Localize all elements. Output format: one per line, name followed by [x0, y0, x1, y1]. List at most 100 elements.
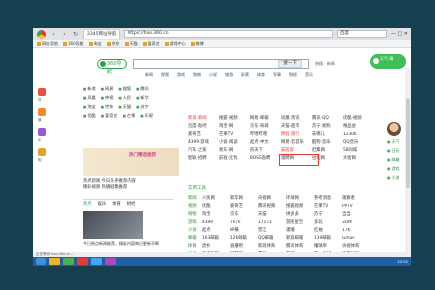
category-link[interactable]: 163邮箱 — [202, 235, 230, 241]
category-link[interactable]: 4399 — [202, 220, 230, 225]
link-item[interactable]: 苏宁 — [136, 104, 148, 110]
bookmark-item[interactable]: 天猫 — [124, 41, 138, 47]
grid-link[interactable]: 凤凰·资讯 — [281, 115, 312, 121]
category-link[interactable]: 腾讯体育 — [286, 243, 314, 249]
right-panel-item[interactable]: 天气 — [387, 139, 407, 148]
category-label[interactable]: 体育 — [188, 243, 202, 249]
browser-taskbar-icon[interactable] — [63, 258, 74, 265]
grid-link[interactable]: 苏宁·易购 — [312, 123, 343, 129]
bookmark-item[interactable]: 淘宝 — [88, 41, 102, 47]
grid-link[interactable]: 哔哩哔哩 — [250, 131, 281, 137]
grid-link[interactable]: 淘宝·网 — [219, 123, 250, 129]
browser-tab[interactable]: 2345网址导航 — [83, 29, 121, 39]
link-item[interactable]: 央视 — [101, 95, 113, 101]
grid-link[interactable]: 赶集网 — [312, 147, 343, 153]
link-item[interactable]: 新浪 — [83, 86, 95, 92]
link-item[interactable]: 凤凰 — [83, 95, 95, 101]
category-link[interactable]: 懂球帝 — [314, 243, 342, 249]
hot-nav-item[interactable]: 财经 — [289, 72, 297, 78]
link-item[interactable]: 新华 — [136, 95, 148, 101]
promo-line[interactable]: 精彩视频 热播剧集推荐 — [83, 184, 179, 190]
category-label[interactable]: 游戏 — [188, 219, 202, 225]
link-item[interactable]: 网易 — [101, 86, 113, 92]
bookmark-item[interactable]: 360导航 — [63, 41, 84, 47]
news-tab[interactable]: 娱乐 — [98, 201, 107, 207]
link-item[interactable]: 爱奇艺 — [101, 113, 118, 119]
category-link[interactable]: 7k7k — [230, 220, 258, 225]
category-link[interactable]: 新浪体育 — [258, 243, 286, 249]
category-link[interactable]: 天猫 — [258, 211, 286, 217]
grid-link[interactable]: 天猫·超市 — [281, 123, 312, 129]
news-caption[interactable]: 今日热点新闻推荐，精彩内容每日更新不断 — [83, 241, 173, 246]
window-controls[interactable]: — □ ✕ — [391, 31, 408, 37]
bookmark-item[interactable]: 游戏中心 — [164, 41, 186, 47]
grid-link[interactable]: 起点·中文 — [250, 139, 281, 145]
category-link[interactable]: 京东 — [230, 211, 258, 217]
bookmark-item[interactable]: 微博 — [190, 41, 204, 47]
category-link[interactable]: 观察者 — [342, 195, 370, 201]
category-label[interactable]: 新闻 — [188, 195, 202, 201]
start-button[interactable] — [36, 258, 46, 265]
grid-link[interactable]: 汽车·之家 — [188, 147, 219, 153]
search-button[interactable]: 搜一下 — [278, 60, 302, 68]
grid-link[interactable]: 安居客 — [281, 147, 312, 153]
link-item[interactable]: 芒果 — [123, 113, 135, 119]
grid-link[interactable]: 网易·邮箱 — [250, 115, 281, 121]
back-icon[interactable]: ‹ — [50, 31, 57, 38]
grid-link[interactable]: QQ音乐 — [343, 139, 374, 145]
grid-link[interactable]: 智联·招聘 — [188, 155, 219, 161]
category-link[interactable]: 环球网 — [286, 195, 314, 201]
category-link[interactable]: 爱奇艺 — [230, 203, 258, 209]
right-panel-item[interactable]: 邮箱 — [387, 157, 407, 166]
category-link[interactable]: 17173 — [258, 220, 286, 225]
taskbar-clock[interactable]: 10:32 — [397, 259, 408, 264]
link-item[interactable]: 搜狐 — [118, 86, 131, 92]
category-label[interactable]: 邮箱 — [188, 235, 202, 241]
grid-link[interactable]: 搜狐·视频 — [219, 115, 250, 121]
category-link[interactable]: QQ邮箱 — [258, 235, 286, 241]
page-scrollbar[interactable] — [405, 68, 411, 266]
category-link[interactable]: 晋江 — [258, 227, 286, 233]
link-item[interactable]: 天猫 — [118, 104, 131, 110]
news-tab[interactable]: 体育 — [112, 201, 121, 207]
hot-nav-item[interactable]: 游戏 — [177, 72, 185, 78]
category-label[interactable]: 视频 — [188, 203, 202, 209]
forward-icon[interactable]: › — [61, 31, 68, 38]
category-link[interactable]: 苏宁 — [314, 211, 342, 217]
grid-link[interactable]: 京东·商城 — [250, 123, 281, 129]
hot-nav-item[interactable]: 新闻 — [145, 72, 153, 78]
app-taskbar-icon[interactable] — [105, 258, 116, 265]
category-link[interactable]: 拼多多 — [286, 211, 314, 217]
address-bar[interactable]: https://hao.360.cn — [124, 30, 333, 38]
hot-nav-item[interactable]: 军事 — [273, 72, 281, 78]
grid-link[interactable]: 芒果TV — [219, 131, 250, 137]
bookmark-item[interactable]: 网址导航 — [37, 41, 58, 47]
hot-nav-item[interactable]: 旅游 — [225, 72, 233, 78]
category-link[interactable]: 人民网 — [202, 195, 230, 201]
app-taskbar-icon[interactable] — [91, 258, 102, 265]
bookmark-item[interactable]: 爱奇艺 — [142, 41, 160, 47]
link-item[interactable]: 腾讯 — [136, 86, 148, 92]
grid-link[interactable]: 去哪儿 — [312, 131, 343, 137]
link-item[interactable]: 人民 — [118, 95, 131, 101]
grid-link[interactable]: 58同城 — [343, 147, 374, 153]
grid-link[interactable]: 腾讯·QQ — [312, 115, 343, 121]
category-link[interactable]: 虎扑 — [202, 243, 230, 249]
hot-nav-item[interactable]: 小说 — [209, 72, 217, 78]
right-panel-item[interactable]: 日历 — [387, 148, 407, 157]
search-aside[interactable]: 热搜 · 新闻 — [315, 61, 335, 67]
hot-nav-item[interactable]: 体育 — [257, 72, 265, 78]
sidebar-hot-icon[interactable] — [38, 88, 46, 96]
category-link[interactable]: 央视网 — [258, 195, 286, 201]
browser-logo-icon[interactable] — [37, 29, 46, 39]
category-link[interactable]: 搜狐视频 — [286, 203, 314, 209]
app-taskbar-icon[interactable] — [77, 258, 88, 265]
hot-nav-item[interactable]: 视频 — [161, 72, 169, 78]
avatar[interactable] — [387, 122, 401, 136]
browser-search-input[interactable]: 百度 — [336, 30, 387, 38]
category-link[interactable]: 红袖 — [314, 227, 342, 233]
hot-nav-item[interactable]: 音乐 — [305, 72, 313, 78]
scrollbar-thumb[interactable] — [406, 98, 410, 188]
category-link[interactable]: 3DM — [342, 220, 370, 225]
grid-link[interactable]: 携程·旅行 — [281, 131, 312, 137]
